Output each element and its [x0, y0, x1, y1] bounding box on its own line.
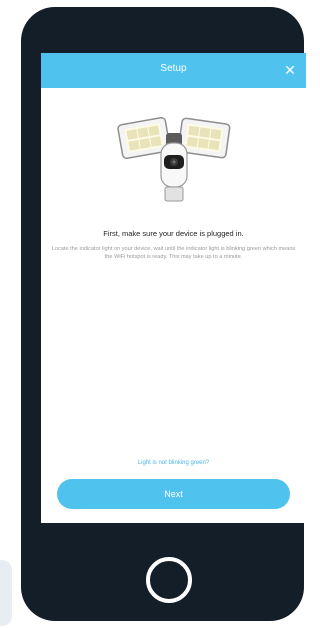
home-button[interactable]	[146, 557, 192, 603]
background-tab	[0, 560, 12, 626]
close-icon: ✕	[284, 62, 296, 78]
floodlight-camera-image	[117, 116, 231, 202]
setup-headline: First, make sure your device is plugged …	[103, 229, 244, 238]
top-bar: Setup ✕	[41, 53, 306, 88]
help-link[interactable]: Light is not blinking green?	[41, 460, 306, 466]
phone-screen: Setup ✕ First, make sure your device is …	[41, 53, 306, 523]
next-button[interactable]: Next	[57, 479, 290, 509]
close-button[interactable]: ✕	[280, 60, 300, 80]
setup-description: Locate the indicator light on your devic…	[51, 246, 296, 260]
page-title: Setup	[160, 63, 187, 74]
